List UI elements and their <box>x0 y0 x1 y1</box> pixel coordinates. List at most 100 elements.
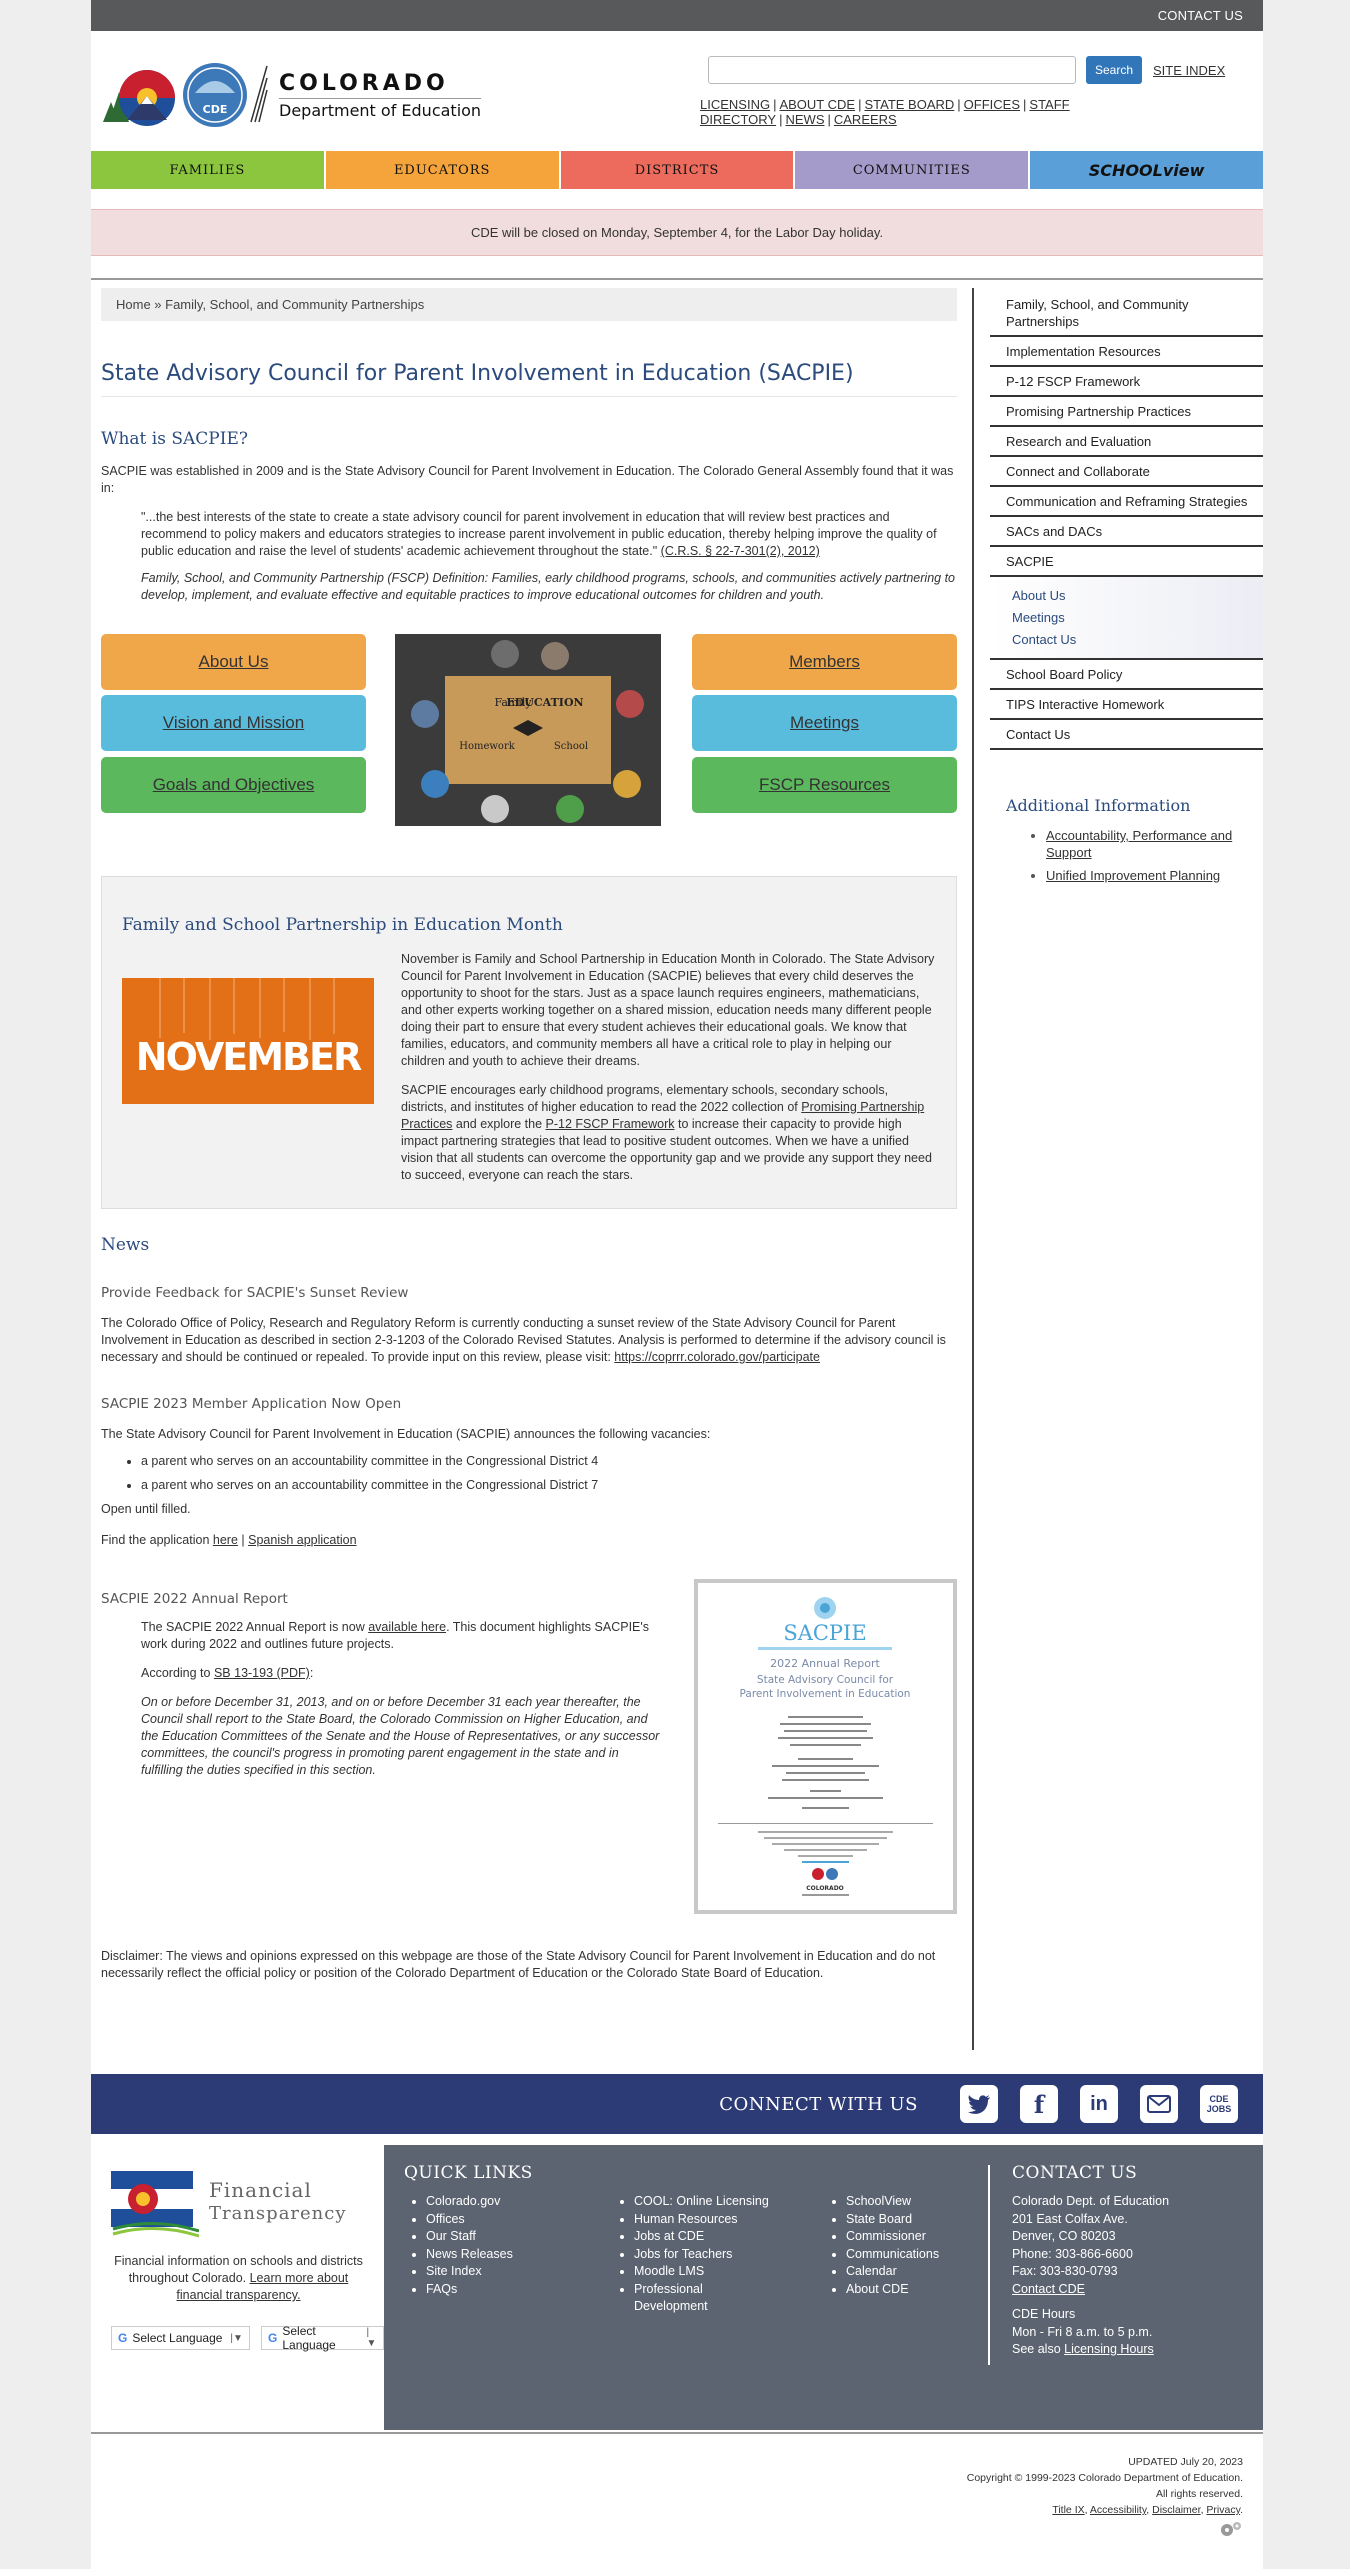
quick-link[interactable]: Moodle LMS <box>634 2263 824 2281</box>
quick-link[interactable]: Our Staff <box>426 2228 612 2246</box>
quick-link[interactable]: Communications <box>846 2246 939 2264</box>
quick-link[interactable]: Professional Development <box>634 2281 744 2316</box>
about-cde-link[interactable]: ABOUT CDE <box>779 97 855 112</box>
breadcrumb[interactable]: Home » Family, School, and Community Par… <box>101 288 957 321</box>
nav-districts[interactable]: DISTRICTS <box>560 151 796 189</box>
sidebar-sub-about[interactable]: About Us <box>1012 585 1247 607</box>
members-button[interactable]: Members <box>692 634 957 690</box>
accessibility-link[interactable]: Accessibility <box>1090 2504 1146 2516</box>
quick-link[interactable]: Jobs at CDE <box>634 2228 824 2246</box>
fscp-p2-text-b: and explore the <box>452 1117 546 1131</box>
spanish-application-link[interactable]: Spanish application <box>248 1533 356 1547</box>
disclaimer-link[interactable]: Disclaimer <box>1152 2504 1200 2516</box>
about-us-button[interactable]: About Us <box>101 634 366 690</box>
november-letters-graphic: NOVEMBER <box>122 978 374 1104</box>
nav-families[interactable]: FAMILIES <box>91 151 326 189</box>
select-language-label: Select Language <box>132 2331 223 2345</box>
financial-transparency-logo[interactable]: Financial Transparency <box>111 2167 347 2239</box>
annual-report-cover[interactable]: SACPIE 2022 Annual Report State Advisory… <box>694 1579 957 1914</box>
quick-link[interactable]: News Releases <box>426 2246 612 2264</box>
cde-logo[interactable]: CDE COLORADO Department of Education <box>101 61 482 129</box>
site-index-link[interactable]: SITE INDEX <box>1153 63 1225 78</box>
privacy-link[interactable]: Privacy <box>1206 2504 1240 2516</box>
language-select[interactable]: G Select Language |▼ <box>261 2324 384 2352</box>
sidebar-item-implementation[interactable]: Implementation Resources <box>990 337 1263 367</box>
licensing-hours-link[interactable]: Licensing Hours <box>1064 2342 1154 2356</box>
nav-communities[interactable]: COMMUNITIES <box>795 151 1031 189</box>
application-here-link[interactable]: here <box>213 1533 238 1547</box>
twitter-icon[interactable] <box>960 2085 998 2123</box>
main-nav: FAMILIES EDUCATORS DISTRICTS COMMUNITIES… <box>91 151 1263 189</box>
sidebar-item-framework[interactable]: P-12 FSCP Framework <box>990 367 1263 397</box>
nav-educators[interactable]: EDUCATORS <box>325 151 561 189</box>
cde-jobs-icon[interactable]: CDE JOBS <box>1200 2085 1238 2123</box>
coprrr-link[interactable]: https://coprrr.colorado.gov/participate <box>614 1350 820 1364</box>
title-ix-link[interactable]: Title IX <box>1052 2504 1084 2516</box>
state-board-link[interactable]: STATE BOARD <box>864 97 954 112</box>
sidebar-item-tips[interactable]: TIPS Interactive Homework <box>990 690 1263 720</box>
quick-link[interactable]: About CDE <box>846 2281 939 2299</box>
logo-badge-text: CDE <box>203 103 228 116</box>
fscp-paragraph-2: SACPIE encourages early childhood progra… <box>401 1082 936 1184</box>
search-input[interactable] <box>708 56 1076 84</box>
vision-mission-button[interactable]: Vision and Mission <box>101 695 366 751</box>
annual-report-link[interactable]: available here <box>368 1620 446 1634</box>
licensing-link[interactable]: LICENSING <box>700 97 770 112</box>
logo-title: COLORADO <box>279 70 449 96</box>
quick-link[interactable]: Commissioner <box>846 2228 939 2246</box>
november-text: NOVEMBER <box>136 1035 362 1079</box>
quick-link[interactable]: Jobs for Teachers <box>634 2246 824 2264</box>
email-icon[interactable] <box>1140 2085 1178 2123</box>
quick-link[interactable]: FAQs <box>426 2281 612 2299</box>
sidebar-sub-contact[interactable]: Contact Us <box>1012 629 1247 651</box>
search-button[interactable]: Search <box>1086 56 1142 84</box>
facebook-icon[interactable]: f <box>1020 2085 1058 2123</box>
sidebar-item-contact[interactable]: Contact Us <box>990 720 1263 750</box>
sidebar-item-communication[interactable]: Communication and Reframing Strategies <box>990 487 1263 517</box>
disclaimer-text: Disclaimer: The views and opinions expre… <box>101 1949 936 1980</box>
sidebar-item-connect[interactable]: Connect and Collaborate <box>990 457 1263 487</box>
uip-link[interactable]: Unified Improvement Planning <box>1046 868 1220 883</box>
quick-links-heading: QUICK LINKS <box>404 2163 533 2183</box>
legal-footer: UPDATED July 20, 2023 Copyright © 1999-2… <box>91 2432 1263 2569</box>
news-link[interactable]: NEWS <box>785 112 824 127</box>
p12-framework-link[interactable]: P-12 FSCP Framework <box>546 1117 675 1131</box>
quick-link[interactable]: Human Resources <box>634 2211 824 2229</box>
sidebar-item-sacs[interactable]: SACs and DACs <box>990 517 1263 547</box>
quick-link[interactable]: SchoolView <box>846 2193 939 2211</box>
linkedin-icon[interactable]: in <box>1080 2085 1118 2123</box>
site-footer: Financial Transparency Financial informa… <box>91 2145 1263 2430</box>
quick-link[interactable]: COOL: Online Licensing <box>634 2193 824 2211</box>
fscp-month-heading: Family and School Partnership in Educati… <box>122 915 563 935</box>
sidebar-item-research[interactable]: Research and Evaluation <box>990 427 1263 457</box>
sb-13-193-link[interactable]: SB 13-193 (PDF) <box>214 1666 310 1680</box>
goals-objectives-button[interactable]: Goals and Objectives <box>101 757 366 813</box>
offices-link[interactable]: OFFICES <box>964 97 1020 112</box>
language-select[interactable]: G Select Language |▼ <box>111 2326 250 2350</box>
quick-link[interactable]: Calendar <box>846 2263 939 2281</box>
sidebar-item-fscp[interactable]: Family, School, and Community Partnershi… <box>990 288 1263 337</box>
legislative-quote: "...the best interests of the state to c… <box>141 509 957 560</box>
accountability-link[interactable]: Accountability, Performance and Support <box>1046 828 1232 860</box>
sidebar-item-policy[interactable]: School Board Policy <box>990 660 1263 690</box>
contact-cde-link[interactable]: Contact CDE <box>1012 2281 1169 2299</box>
quick-link[interactable]: Colorado.gov <box>426 2193 612 2211</box>
contact-us-link[interactable]: CONTACT US <box>1158 8 1243 23</box>
nav-schoolview[interactable]: SCHOOLview <box>1030 151 1263 189</box>
meetings-button[interactable]: Meetings <box>692 695 957 751</box>
member-application-body: The State Advisory Council for Parent In… <box>101 1427 711 1441</box>
sidebar-item-promising[interactable]: Promising Partnership Practices <box>990 397 1263 427</box>
statute-citation-link[interactable]: (C.R.S. § 22-7-301(2), 2012) <box>661 544 820 558</box>
quick-link[interactable]: State Board <box>846 2211 939 2229</box>
sidebar-sub-meetings[interactable]: Meetings <box>1012 607 1247 629</box>
statute-excerpt: On or before December 31, 2013, and on o… <box>141 1695 660 1777</box>
fscp-resources-button[interactable]: FSCP Resources <box>692 757 957 813</box>
according-colon: : <box>309 1666 314 1680</box>
careers-link[interactable]: CAREERS <box>834 112 897 127</box>
select-language-label: Select Language <box>282 2324 336 2352</box>
quick-link[interactable]: Site Index <box>426 2263 612 2281</box>
sidebar-item-sacpie[interactable]: SACPIE <box>990 547 1263 577</box>
quick-link[interactable]: Offices <box>426 2211 612 2229</box>
intro-paragraph: SACPIE was established in 2009 and is th… <box>101 464 954 495</box>
vacancies-list: a parent who serves on an accountability… <box>141 1453 957 1494</box>
